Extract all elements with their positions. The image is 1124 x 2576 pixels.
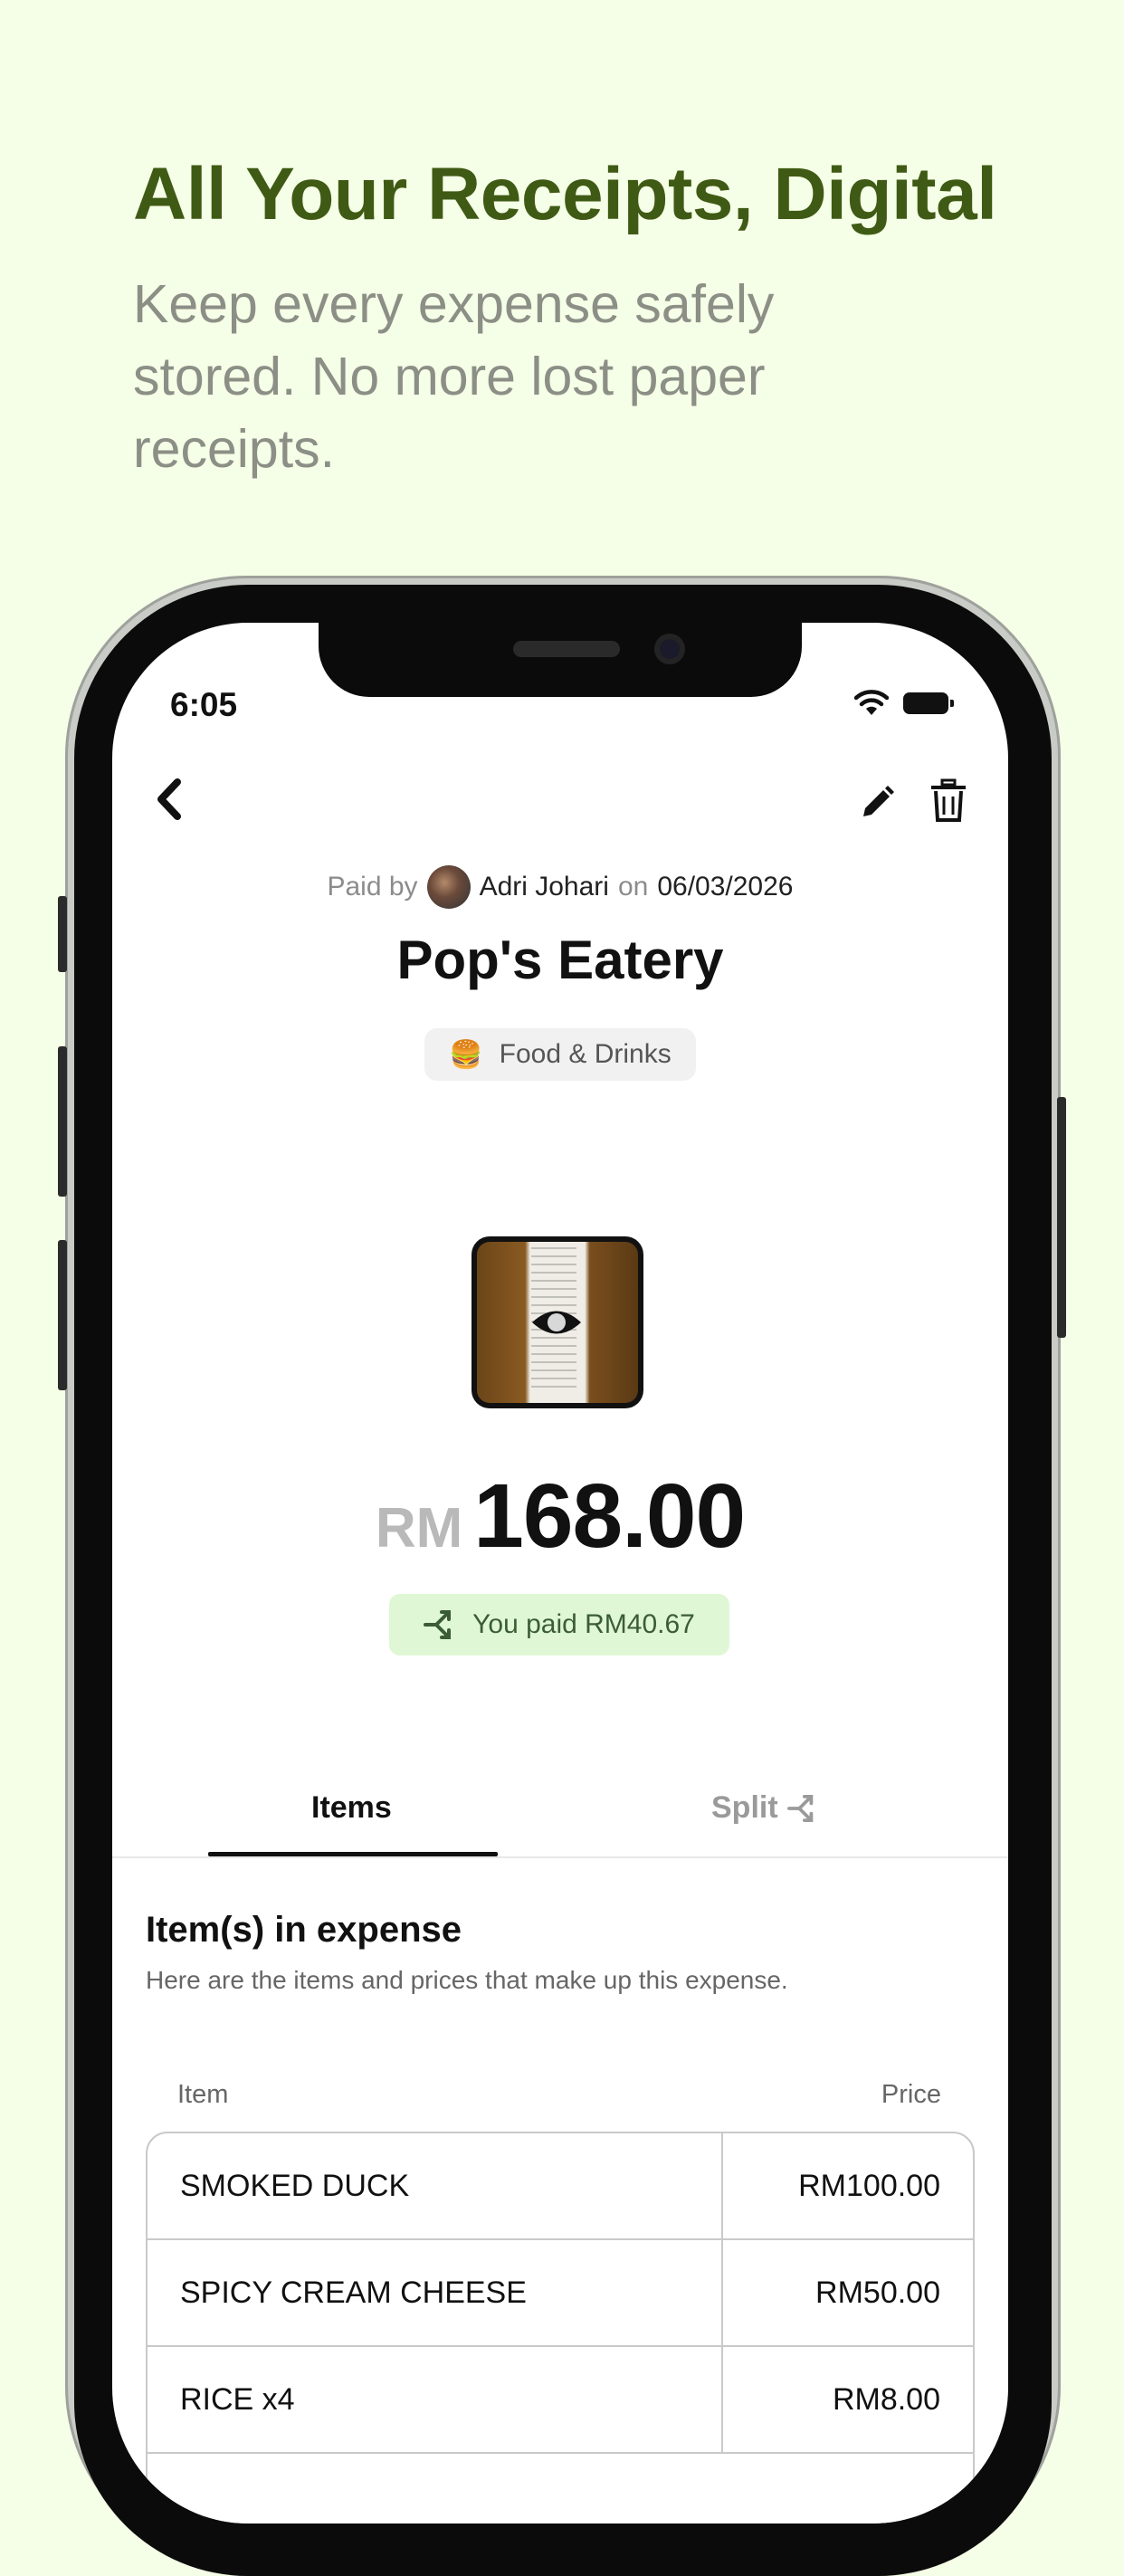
battery-icon <box>903 692 954 714</box>
pencil-icon[interactable] <box>858 784 896 822</box>
notch <box>319 623 802 697</box>
on-label: on <box>617 872 649 902</box>
item-price: RM50.00 <box>815 2275 940 2310</box>
section-description: Here are the items and prices that make … <box>146 1966 788 1994</box>
hero-subtitle: Keep every expense safely stored. No mor… <box>133 274 775 479</box>
item-name: SMOKED DUCK <box>148 2133 723 2238</box>
phone-volume-down <box>58 1240 67 1390</box>
avatar <box>426 865 471 909</box>
table-row[interactable]: RICE x4 RM8.00 <box>148 2347 973 2454</box>
table-row[interactable]: SPICY CREAM CHEESE RM50.00 <box>148 2240 973 2347</box>
status-icons <box>854 690 954 717</box>
you-paid-badge: You paid RM40.67 <box>389 1594 729 1655</box>
eye-icon <box>532 1311 581 1334</box>
split-icon <box>424 1610 452 1639</box>
tab-split-label: Split <box>711 1790 778 1825</box>
section-title: Item(s) in expense <box>146 1910 462 1950</box>
merchant-name: Pop's Eatery <box>396 930 724 990</box>
item-price: RM8.00 <box>832 2381 940 2417</box>
receipt-thumbnail[interactable] <box>472 1236 643 1408</box>
phone-volume-up <box>58 1046 67 1197</box>
currency-label: RM <box>375 1497 463 1560</box>
back-chevron-icon[interactable] <box>150 777 186 822</box>
amount-display: RM 168.00 <box>112 1465 1008 1569</box>
front-camera <box>654 634 685 664</box>
phone-power-button <box>1057 1097 1066 1338</box>
paid-by-line: Paid by Adri Johari on 06/03/2026 <box>112 865 1008 909</box>
burger-icon: 🍔 <box>449 1039 483 1070</box>
column-header-price: Price <box>881 2080 941 2109</box>
table-row[interactable]: SMOKED DUCK RM100.00 <box>148 2133 973 2240</box>
paid-by-label: Paid by <box>327 872 418 902</box>
tab-split[interactable]: Split <box>711 1790 818 1826</box>
payer-name: Adri Johari <box>479 872 609 902</box>
item-price: RM100.00 <box>798 2168 940 2203</box>
split-icon <box>786 1794 813 1822</box>
you-paid-text: You paid RM40.67 <box>472 1609 695 1639</box>
status-time: 6:05 <box>170 686 238 723</box>
item-name: SPICY CREAM CHEESE <box>148 2240 723 2345</box>
item-name: RICE x4 <box>148 2347 723 2452</box>
hero-title: All Your Receipts, Digital <box>133 153 997 235</box>
trash-icon[interactable] <box>929 778 968 824</box>
wifi-icon <box>854 690 889 715</box>
speaker-grille <box>513 641 620 657</box>
expense-date: 06/03/2026 <box>657 872 794 902</box>
phone-screen: 6:05 Paid by Adri Johari on 06/03/2026 P… <box>112 623 1008 2524</box>
phone-silent-switch <box>58 896 67 972</box>
category-label: Food & Drinks <box>499 1039 672 1069</box>
column-header-item: Item <box>177 2080 229 2109</box>
category-badge: 🍔 Food & Drinks <box>424 1028 696 1081</box>
amount-value: 168.00 <box>473 1465 746 1567</box>
items-table: SMOKED DUCK RM100.00 SPICY CREAM CHEESE … <box>146 2132 975 2524</box>
tab-items[interactable]: Items <box>311 1790 392 1826</box>
tab-divider <box>112 1856 1008 1858</box>
